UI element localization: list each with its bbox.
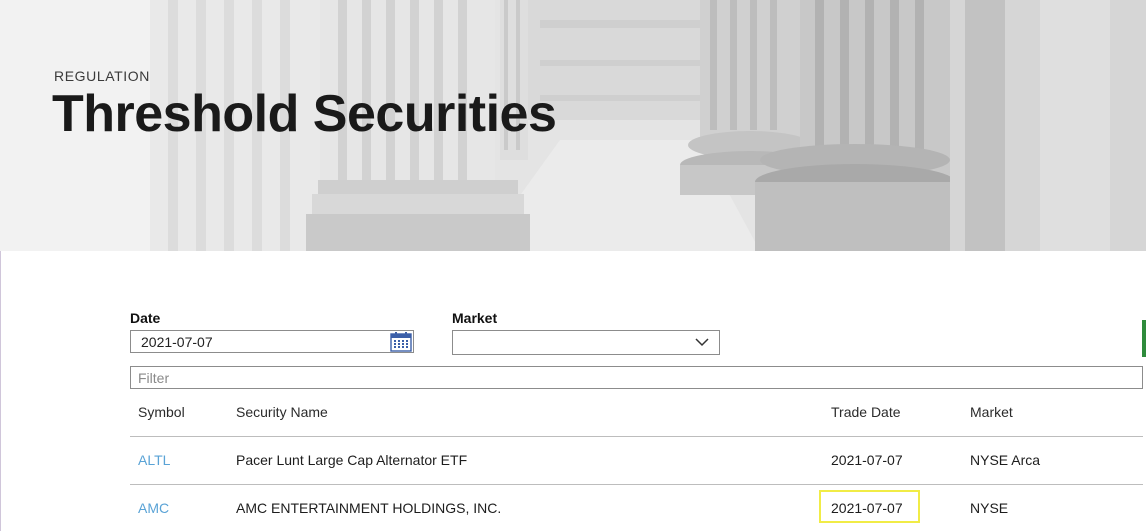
highlight-box xyxy=(819,490,920,523)
trade-date: 2021-07-07 xyxy=(831,452,903,468)
symbol-link[interactable]: ALTL xyxy=(138,452,170,468)
page-title: Threshold Securities xyxy=(52,85,557,143)
market-select[interactable] xyxy=(452,330,720,355)
header-divider xyxy=(130,436,1143,437)
market: NYSE xyxy=(970,500,1009,516)
column-header-market[interactable]: Market xyxy=(970,404,1013,420)
hero-banner: REGULATION Threshold Securities xyxy=(0,0,1146,251)
section-eyebrow: REGULATION xyxy=(54,68,150,84)
filter-input[interactable]: Filter xyxy=(130,366,1143,389)
column-header-symbol[interactable]: Symbol xyxy=(138,404,185,420)
filter-placeholder: Filter xyxy=(138,370,170,386)
chevron-down-icon xyxy=(695,338,709,347)
market-label: Market xyxy=(452,310,498,326)
symbol-link[interactable]: AMC xyxy=(138,500,169,516)
date-input[interactable]: 2021-07-07 xyxy=(130,330,414,353)
row-divider xyxy=(130,484,1143,485)
security-name: AMC ENTERTAINMENT HOLDINGS, INC. xyxy=(236,500,502,516)
calendar-icon[interactable] xyxy=(390,332,412,352)
column-header-security-name[interactable]: Security Name xyxy=(236,404,328,420)
page-edge xyxy=(0,251,1,531)
security-name: Pacer Lunt Large Cap Alternator ETF xyxy=(236,452,468,468)
column-header-trade-date[interactable]: Trade Date xyxy=(831,404,901,420)
market: NYSE Arca xyxy=(970,452,1041,468)
date-label: Date xyxy=(130,310,161,326)
date-value: 2021-07-07 xyxy=(141,334,213,350)
side-marker xyxy=(1142,320,1146,357)
